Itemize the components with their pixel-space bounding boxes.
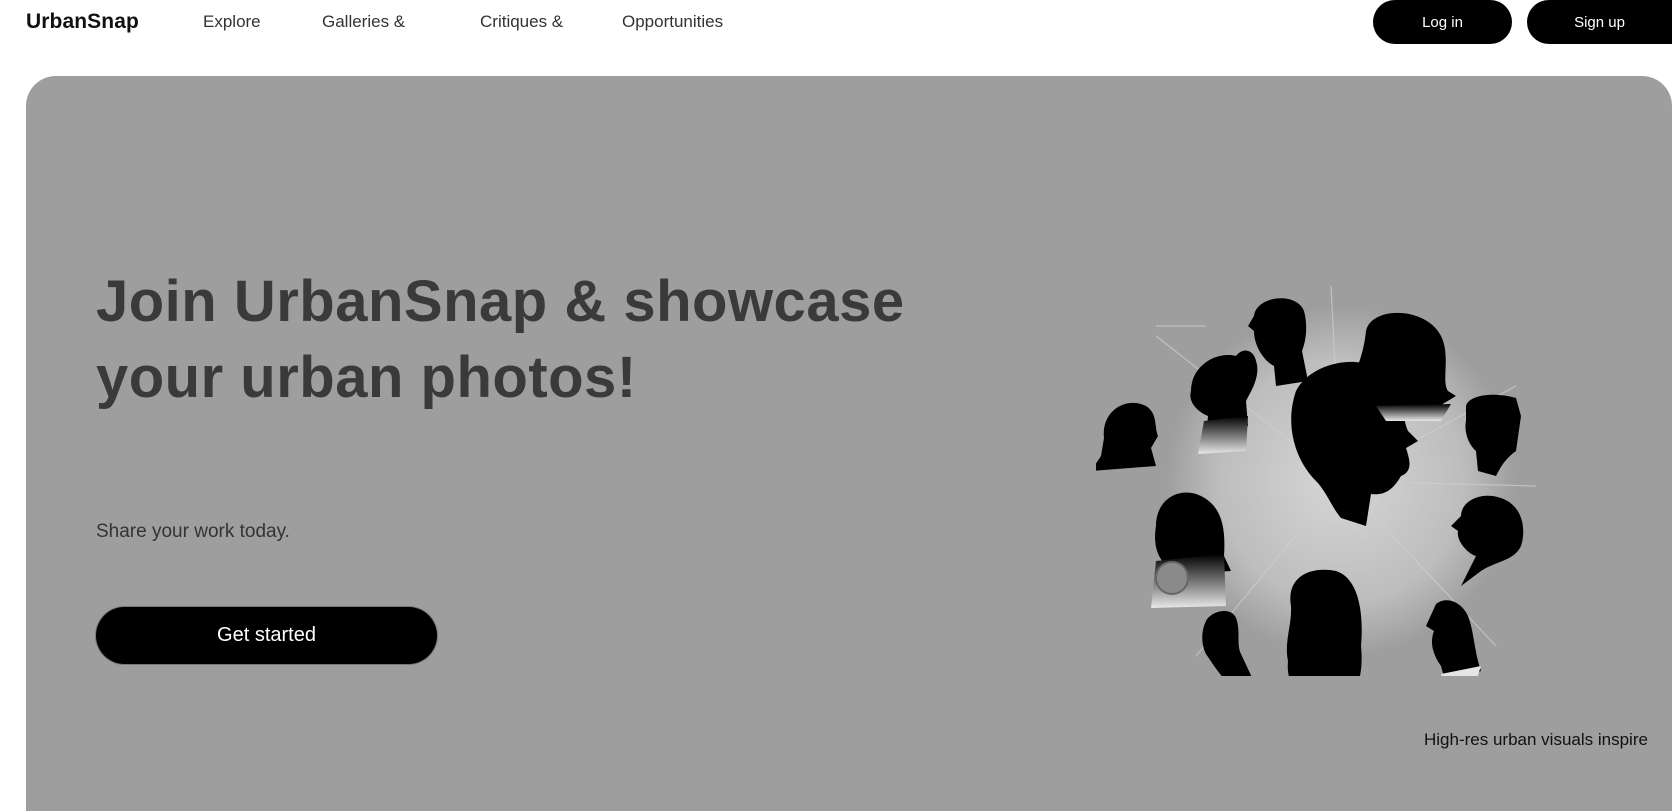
hero-subtitle: Share your work today. xyxy=(96,521,290,542)
hero-section: Join UrbanSnap & showcase your urban pho… xyxy=(26,76,1672,811)
head-silhouette-left xyxy=(1096,402,1158,471)
hero-caption: High-res urban visuals inspire xyxy=(1424,730,1648,749)
nav-link-critiques[interactable]: Critiques & xyxy=(480,12,563,32)
page: UrbanSnap Explore Galleries & Critiques … xyxy=(0,0,1672,811)
people-silhouettes-collage-icon xyxy=(1096,285,1537,676)
nav-link-explore[interactable]: Explore xyxy=(203,12,261,32)
hero-title: Join UrbanSnap & showcase your urban pho… xyxy=(96,269,905,410)
get-started-button[interactable]: Get started xyxy=(96,607,437,664)
top-navigation: UrbanSnap Explore Galleries & Critiques … xyxy=(0,0,1672,46)
login-button[interactable]: Log in xyxy=(1373,0,1512,44)
brand-logo[interactable]: UrbanSnap xyxy=(26,10,139,34)
signup-button[interactable]: Sign up xyxy=(1527,0,1672,44)
nav-link-opportunities[interactable]: Opportunities xyxy=(622,12,723,32)
head-silhouette-bottom xyxy=(1286,569,1362,676)
nav-link-galleries[interactable]: Galleries & xyxy=(322,12,405,32)
head-silhouette-bottom-right xyxy=(1426,600,1481,676)
